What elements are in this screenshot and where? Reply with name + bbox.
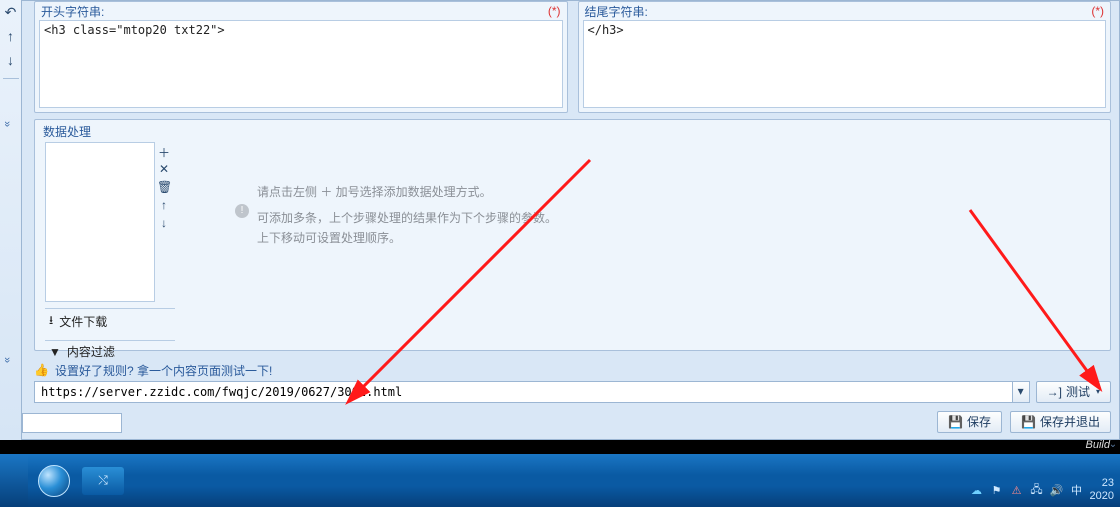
arrow-down-icon[interactable]: ↓ — [3, 52, 19, 68]
tray-flag-icon[interactable]: ⚑ — [990, 483, 1004, 497]
clock-time: 23 — [1090, 477, 1114, 490]
small-bottom-input[interactable] — [22, 413, 122, 433]
tray-cloud-icon[interactable]: ☁ — [970, 483, 984, 497]
add-step-icon[interactable]: ＋ — [157, 144, 171, 158]
tray-network-icon[interactable]: 🖧 — [1030, 483, 1044, 497]
arrow-up-icon[interactable]: ↑ — [3, 28, 19, 44]
processing-steps-list[interactable] — [45, 142, 155, 302]
hint-line1: 请点击左侧 ＋ 加号选择添加数据处理方式。 — [257, 182, 557, 202]
hint-line2: 可添加多条，上个步骤处理的结果作为下个步骤的参数。上下移动可设置处理顺序。 — [257, 208, 557, 248]
tray-ime-icon[interactable]: 中 — [1070, 483, 1084, 497]
info-icon: ! — [235, 204, 249, 218]
save-exit-button-label: 保存并退出 — [1040, 412, 1100, 432]
collapse-chevron-icon[interactable]: » — [1, 357, 13, 363]
main-panel: 开头字符串: (*) 结尾字符串: (*) 数据处理 — [22, 0, 1120, 440]
start-edge — [0, 454, 28, 507]
undo-icon[interactable]: ↶ — [3, 4, 19, 20]
url-dropdown-icon[interactable]: ▾ — [1012, 381, 1030, 403]
save-button[interactable]: 💾 保存 — [937, 411, 1002, 433]
disk-icon: 💾 — [948, 412, 963, 432]
remove-step-icon[interactable]: ✕ — [157, 162, 171, 176]
test-prompt-row: 👍 设置好了规则? 拿一个内容页面测试一下! — [34, 359, 1111, 381]
start-string-panel: 开头字符串: (*) — [34, 1, 568, 113]
disk-icon: 💾 — [1021, 412, 1036, 432]
test-button-label: 测试 — [1066, 382, 1090, 402]
processing-hint: ! 请点击左侧 ＋ 加号选择添加数据处理方式。 可添加多条，上个步骤处理的结果作… — [175, 142, 1100, 342]
taskbar: ⤭ ☁ ⚑ ⚠ 🖧 🔊 中 23 2020 — [0, 454, 1120, 507]
content-filter-label: 内容过滤 — [67, 343, 115, 360]
chevron-down-icon: ▾ — [1096, 382, 1100, 402]
end-string-panel: 结尾字符串: (*) — [578, 1, 1112, 113]
left-vertical-toolbar: ↶ ↑ ↓ — [0, 0, 22, 440]
tray-volume-icon[interactable]: 🔊 — [1050, 483, 1064, 497]
thumb-up-icon: 👍 — [34, 363, 49, 377]
end-string-input[interactable] — [583, 20, 1107, 108]
save-button-label: 保存 — [967, 412, 991, 432]
tray-shield-icon[interactable]: ⚠ — [1010, 483, 1024, 497]
start-orb-icon[interactable] — [38, 465, 70, 497]
tray-clock[interactable]: 23 2020 — [1090, 477, 1114, 503]
file-download-link[interactable]: ⭳ 文件下载 — [45, 308, 175, 334]
system-tray: ☁ ⚑ ⚠ 🖧 🔊 中 23 2020 — [970, 477, 1114, 503]
download-icon: ⭳ — [49, 311, 53, 332]
window-border-bar: Build — [0, 440, 1120, 454]
collapse-chevron-icon[interactable]: » — [1, 121, 13, 127]
file-download-label: 文件下载 — [59, 313, 107, 330]
filter-icon: ▼ — [49, 345, 61, 359]
login-icon: →] — [1047, 382, 1062, 402]
scroll-indicator-icon: ⌄ — [1106, 439, 1120, 453]
required-marker: (*) — [548, 4, 561, 18]
start-string-input[interactable] — [39, 20, 563, 108]
move-up-icon[interactable]: ↑ — [157, 198, 171, 212]
data-processing-title: 数据处理 — [35, 120, 1110, 143]
test-prompt-label: 设置好了规则? 拿一个内容页面测试一下! — [55, 362, 272, 379]
data-processing-group: 数据处理 ＋ ✕ 🗑 ↑ ↓ ⭳ — [34, 119, 1111, 351]
save-exit-button[interactable]: 💾 保存并退出 — [1010, 411, 1111, 433]
start-string-label: 开头字符串: — [41, 3, 104, 20]
clock-date: 2020 — [1090, 490, 1114, 503]
move-down-icon[interactable]: ↓ — [157, 216, 171, 230]
test-button[interactable]: →] 测试 ▾ — [1036, 381, 1111, 403]
end-string-label: 结尾字符串: — [585, 3, 648, 20]
required-marker: (*) — [1091, 4, 1104, 18]
test-url-input[interactable] — [34, 381, 1012, 403]
separator — [3, 78, 19, 79]
delete-step-icon[interactable]: 🗑 — [157, 180, 171, 194]
taskbar-app-icon[interactable]: ⤭ — [82, 467, 124, 495]
